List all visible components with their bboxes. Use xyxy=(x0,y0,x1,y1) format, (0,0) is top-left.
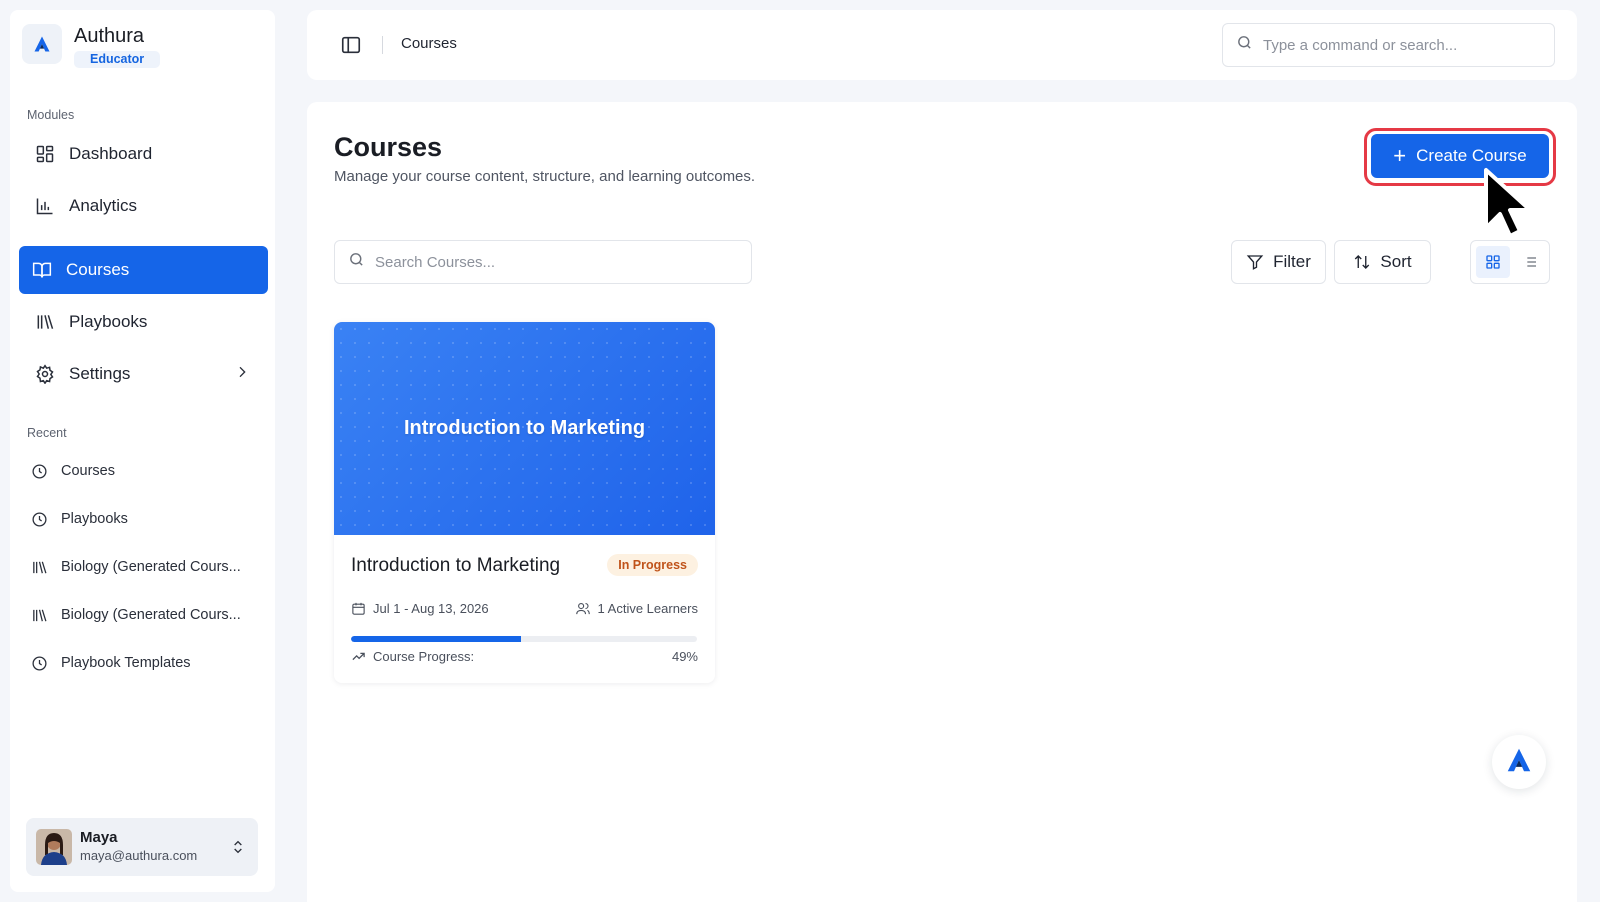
grid-view-icon[interactable] xyxy=(1476,246,1510,278)
progress-fill xyxy=(351,636,521,642)
trending-up-icon xyxy=(351,649,366,664)
plus-icon: + xyxy=(1393,143,1407,168)
avatar xyxy=(36,829,72,865)
progress-label-text: Course Progress: xyxy=(373,649,475,664)
library-icon xyxy=(30,558,48,576)
course-title: Introduction to Marketing xyxy=(351,555,561,576)
sidebar-item-settings[interactable]: Settings xyxy=(19,350,268,398)
page-subtitle: Manage your course content, structure, a… xyxy=(334,168,756,185)
calendar-icon xyxy=(351,601,366,616)
sort-button[interactable]: Sort xyxy=(1334,240,1431,284)
sidebar-item-label: Dashboard xyxy=(69,144,153,163)
create-course-label: Create Course xyxy=(1416,146,1527,165)
filter-label: Filter xyxy=(1273,252,1311,271)
search-icon xyxy=(348,251,365,273)
recent-item[interactable]: Playbooks xyxy=(30,505,270,533)
sort-label: Sort xyxy=(1380,252,1412,271)
brand-name: Authura xyxy=(74,25,145,47)
progress-bar xyxy=(351,636,697,642)
main-panel: Courses Manage your course content, stru… xyxy=(307,102,1577,902)
user-email: maya@authura.com xyxy=(80,848,198,863)
dashboard-icon xyxy=(34,143,56,165)
sidebar-item-label: Playbooks xyxy=(69,312,148,331)
assistant-launcher[interactable] xyxy=(1492,735,1546,789)
sidebar: Authura Educator Modules Dashboard Analy… xyxy=(10,10,275,892)
user-menu[interactable]: Maya maya@authura.com xyxy=(26,818,258,876)
chevron-up-down-icon xyxy=(230,838,246,861)
clock-icon xyxy=(30,510,48,528)
cover-title: Introduction to Marketing xyxy=(403,417,646,439)
recent-item[interactable]: Playbook Templates xyxy=(30,649,270,677)
sidebar-item-analytics[interactable]: Analytics xyxy=(19,182,268,230)
progress-value: 49% xyxy=(671,649,698,664)
status-badge: In Progress xyxy=(607,554,698,576)
course-learners: 1 Active Learners xyxy=(575,601,698,616)
chevron-right-icon xyxy=(234,364,250,385)
role-badge: Educator xyxy=(74,51,161,68)
course-search-input[interactable] xyxy=(375,253,635,271)
command-search-input[interactable] xyxy=(1263,36,1523,54)
recent-label: Recent xyxy=(27,426,67,440)
divider xyxy=(382,36,383,54)
authura-logo-icon xyxy=(1504,745,1534,780)
search-icon xyxy=(1236,34,1253,56)
gear-icon xyxy=(34,363,56,385)
sidebar-item-playbooks[interactable]: Playbooks xyxy=(19,298,268,346)
sidebar-toggle-icon[interactable] xyxy=(340,34,362,56)
course-learners-text: 1 Active Learners xyxy=(597,601,698,616)
filter-button[interactable]: Filter xyxy=(1231,240,1326,284)
course-cover: Introduction to Marketing xyxy=(334,322,715,535)
sidebar-item-dashboard[interactable]: Dashboard xyxy=(19,130,268,178)
filter-icon xyxy=(1246,253,1264,271)
recent-item-label: Playbooks xyxy=(61,511,128,527)
book-open-icon xyxy=(31,259,53,281)
clock-icon xyxy=(30,654,48,672)
top-bar: Courses xyxy=(307,10,1577,80)
library-icon xyxy=(34,311,56,333)
course-search[interactable] xyxy=(334,240,752,284)
bar-chart-icon xyxy=(34,195,56,217)
course-dates: Jul 1 - Aug 13, 2026 xyxy=(351,601,489,616)
modules-label: Modules xyxy=(27,108,75,122)
progress-label: Course Progress: xyxy=(351,649,474,664)
list-view-icon[interactable] xyxy=(1514,246,1546,278)
sidebar-item-label: Settings xyxy=(69,364,131,383)
user-name: Maya xyxy=(80,829,118,846)
sidebar-item-courses[interactable]: Courses xyxy=(19,246,268,294)
brand[interactable]: Authura Educator xyxy=(22,24,161,68)
library-icon xyxy=(30,606,48,624)
sidebar-item-label: Analytics xyxy=(69,196,138,215)
command-search[interactable] xyxy=(1222,23,1555,67)
recent-item-label: Courses xyxy=(61,463,115,479)
users-icon xyxy=(575,601,591,616)
clock-icon xyxy=(30,462,48,480)
sidebar-item-label: Courses xyxy=(66,260,130,279)
course-dates-text: Jul 1 - Aug 13, 2026 xyxy=(373,601,489,616)
breadcrumb[interactable]: Courses xyxy=(401,35,457,52)
course-card[interactable]: Introduction to Marketing Introduction t… xyxy=(334,322,715,683)
recent-item-label: Biology (Generated Cours... xyxy=(61,559,241,575)
recent-item-label: Playbook Templates xyxy=(61,655,191,671)
mouse-cursor-icon xyxy=(1480,166,1542,247)
recent-item[interactable]: Courses xyxy=(30,457,270,485)
sort-icon xyxy=(1353,253,1371,271)
page-title: Courses xyxy=(334,132,443,162)
recent-item-label: Biology (Generated Cours... xyxy=(61,607,241,623)
authura-logo-icon xyxy=(22,24,62,64)
recent-item[interactable]: Biology (Generated Cours... xyxy=(30,601,270,629)
recent-item[interactable]: Biology (Generated Cours... xyxy=(30,553,270,581)
